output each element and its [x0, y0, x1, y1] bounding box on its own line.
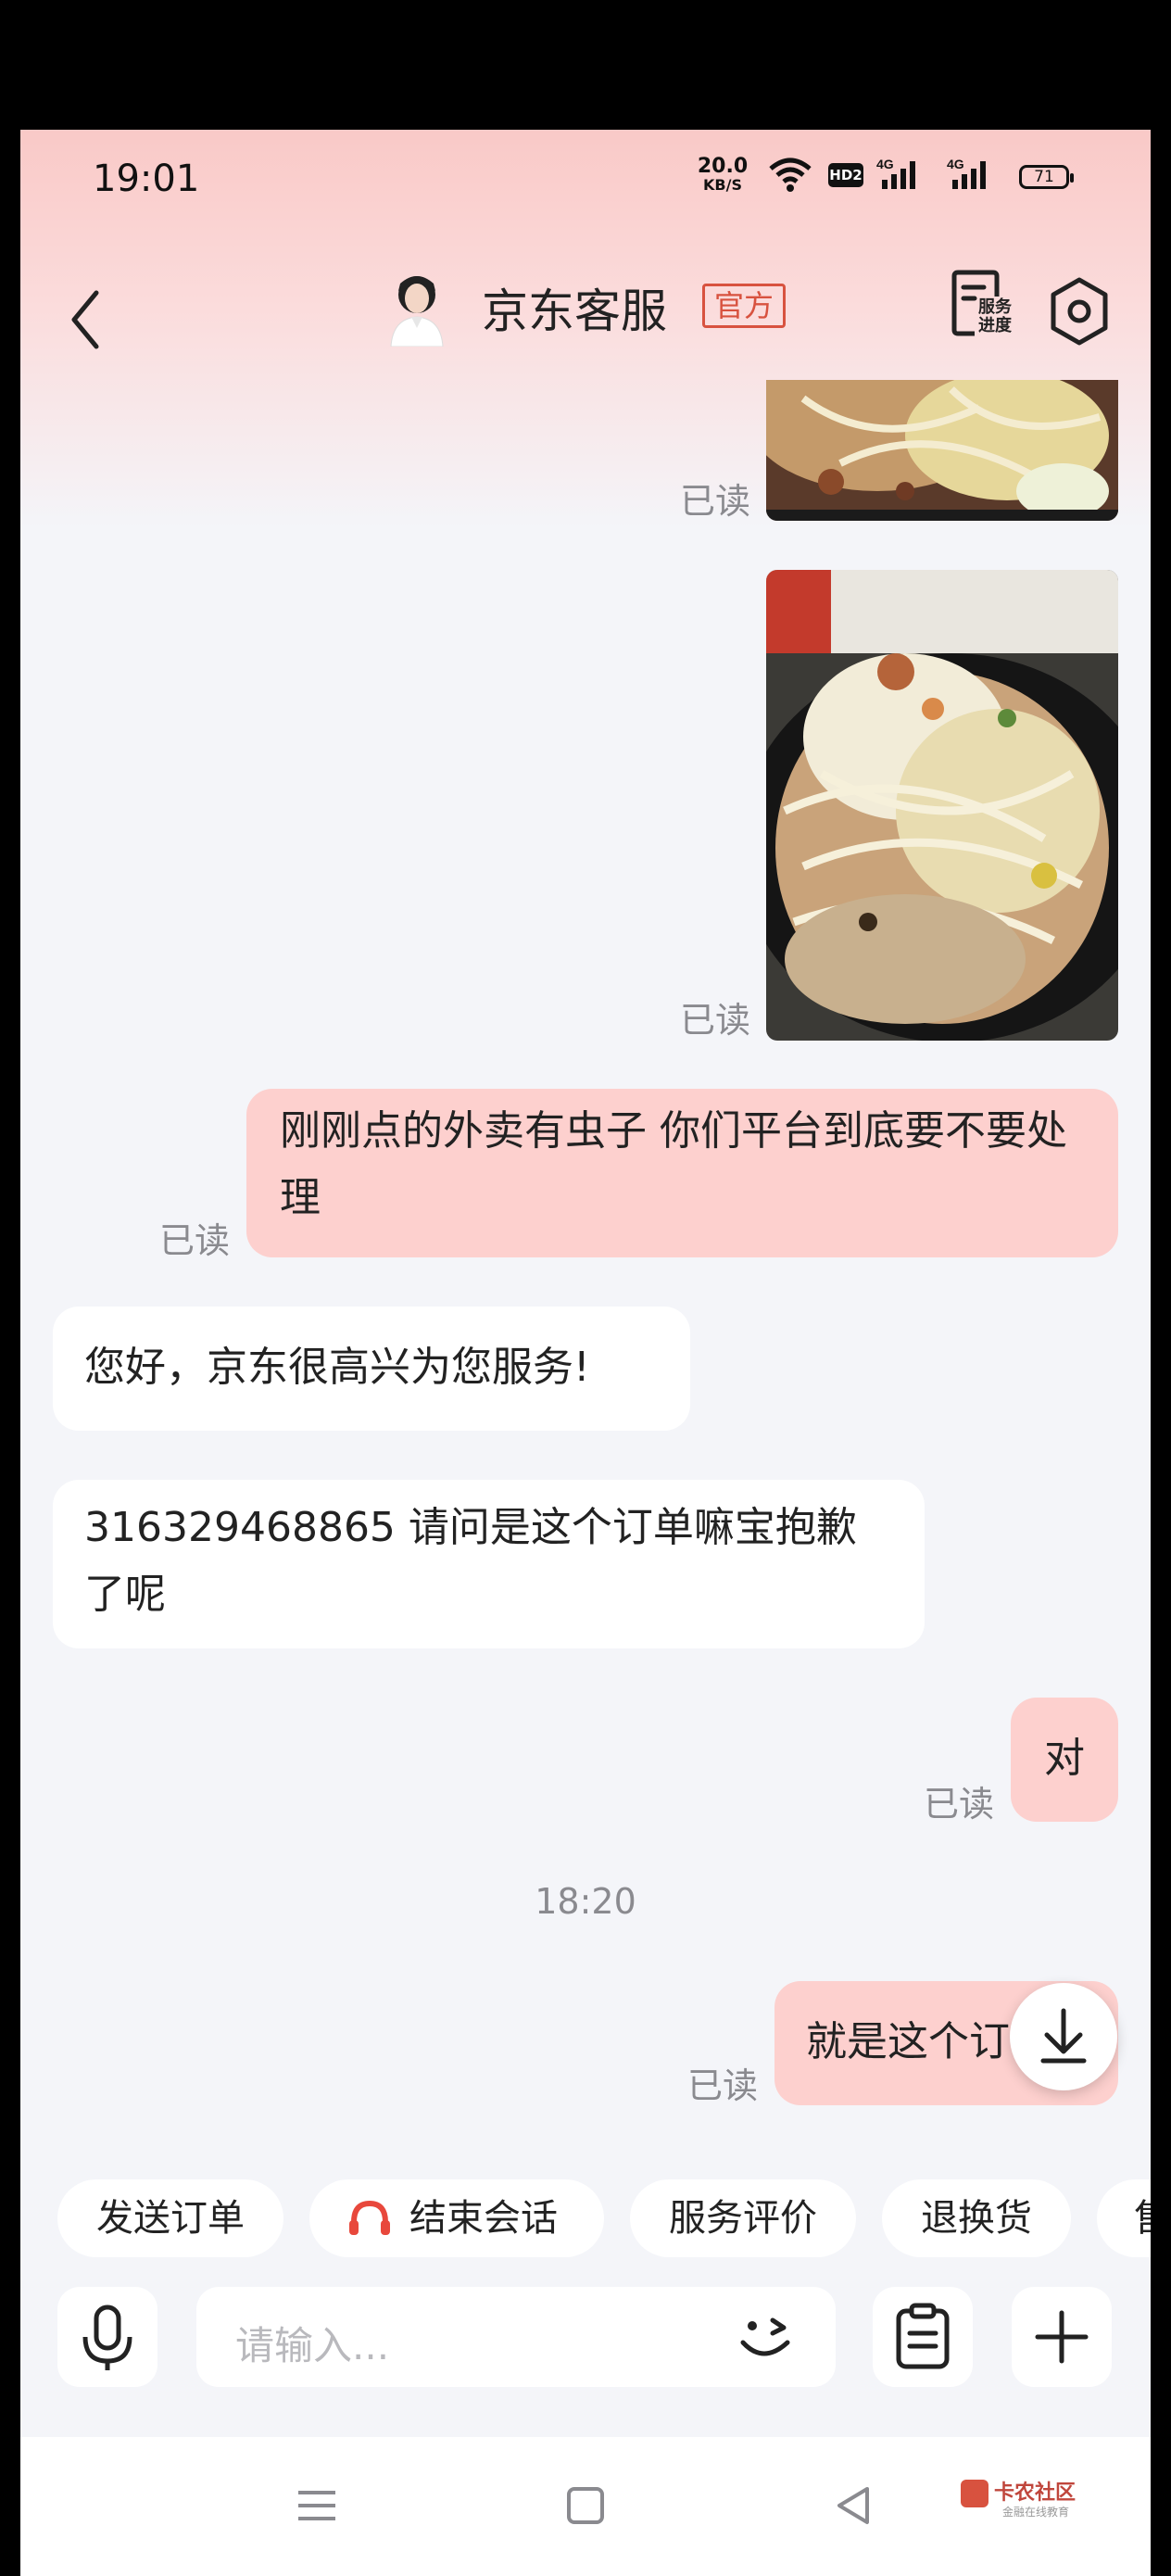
message-text: 就是这个订 — [806, 2018, 1010, 2065]
send-order-chip[interactable]: 发送订单 — [57, 2179, 283, 2257]
clipboard-button[interactable] — [873, 2287, 973, 2387]
sim1-label: 4G — [876, 157, 894, 171]
more-chip[interactable]: 售 — [1097, 2179, 1151, 2257]
agent-message-bubble[interactable]: 您好，京东很高兴为您服务! — [53, 1307, 690, 1431]
hd-voice-icon: HD2 — [828, 163, 863, 187]
quick-actions-bar: 发送订单 结束会话 服务评价 退换货 售 — [20, 2168, 1151, 2261]
message-text: 316329468865 请问是这个订单嘛宝抱歉了呢 — [84, 1504, 857, 1618]
plus-icon — [1035, 2310, 1089, 2364]
watermark-text: 卡农社区 — [994, 2481, 1077, 2505]
service-progress-line2: 进度 — [978, 316, 1012, 335]
clipboard-icon — [896, 2303, 950, 2369]
network-speed-value: 20.0 — [697, 155, 749, 178]
emoji-icon[interactable] — [730, 2300, 804, 2374]
back-triangle-icon[interactable] — [826, 2478, 882, 2533]
return-exchange-chip[interactable]: 退换货 — [882, 2179, 1071, 2257]
menu-icon[interactable] — [289, 2478, 345, 2533]
food-photo-2 — [766, 570, 1118, 1041]
read-receipt: 已读 — [159, 1220, 231, 1261]
download-arrow-icon — [1040, 2008, 1087, 2064]
headset-icon — [349, 2200, 390, 2235]
home-icon[interactable] — [558, 2478, 613, 2533]
wifi-icon — [769, 158, 812, 192]
network-speed-unit: KB/S — [703, 176, 742, 194]
sim2-label: 4G — [947, 157, 964, 171]
read-receipt: 已读 — [687, 2065, 759, 2106]
battery-icon: 71 — [1019, 165, 1074, 189]
food-image-message-2[interactable] — [766, 570, 1118, 1041]
signal-icon-2: 4G — [947, 156, 1002, 196]
chat-title: 京东客服 — [482, 284, 667, 338]
end-session-chip[interactable]: 结束会话 — [309, 2179, 604, 2257]
read-receipt: 已读 — [680, 481, 751, 522]
agent-message-bubble[interactable]: 316329468865 请问是这个订单嘛宝抱歉了呢 — [53, 1480, 925, 1648]
chat-header: 京东客服 官方 服务 进度 — [20, 269, 1151, 361]
input-placeholder: 请输入... — [235, 2323, 390, 2368]
my-message-bubble[interactable]: 刚刚点的外卖有虫子 你们平台到底要不要处理 — [246, 1089, 1118, 1257]
signal-icon: 4G — [876, 156, 932, 196]
back-arrow-icon[interactable] — [67, 287, 104, 352]
food-photo-1 — [766, 380, 1118, 521]
time-divider: 18:20 — [535, 1881, 636, 1922]
message-text: 您好，京东很高兴为您服务! — [84, 1344, 590, 1391]
service-progress-line1: 服务 — [978, 297, 1012, 317]
read-receipt: 已读 — [680, 1000, 751, 1041]
avatar[interactable] — [384, 269, 450, 347]
service-progress-label: 服务 进度 — [978, 298, 1012, 335]
my-message-bubble[interactable]: 对 — [1011, 1698, 1118, 1822]
read-receipt: 已读 — [924, 1784, 995, 1825]
more-chip-label: 售 — [1134, 2197, 1151, 2240]
input-row: 请输入... — [20, 2287, 1151, 2398]
service-review-chip[interactable]: 服务评价 — [630, 2179, 856, 2257]
settings-icon[interactable] — [1047, 276, 1112, 347]
voice-button[interactable] — [57, 2287, 157, 2387]
watermark-logo: 卡农社区 — [961, 2476, 1076, 2507]
more-options-button[interactable] — [1012, 2287, 1112, 2387]
official-badge: 官方 — [702, 284, 787, 328]
status-bar: 19:01 20.0 KB/S HD2 4G 4G 71 — [20, 130, 1151, 222]
end-session-label: 结束会话 — [409, 2197, 558, 2240]
watermark-subtext: 金融在线教育 — [1002, 2506, 1070, 2519]
message-input[interactable]: 请输入... — [196, 2287, 836, 2387]
message-text: 刚刚点的外卖有虫子 你们平台到底要不要处理 — [280, 1107, 1067, 1221]
scroll-to-bottom-button[interactable] — [1010, 1983, 1117, 2090]
microphone-icon — [82, 2305, 132, 2370]
message-text: 对 — [1044, 1735, 1085, 1782]
phone-screen: 19:01 20.0 KB/S HD2 4G 4G 71 京东客服 官方 服务 … — [20, 130, 1151, 2576]
status-time: 19:01 — [93, 158, 200, 200]
network-speed: 20.0 KB/S — [695, 155, 750, 195]
system-nav-bar: 卡农社区 金融在线教育 — [20, 2437, 1151, 2576]
food-image-message-1[interactable] — [766, 380, 1118, 521]
service-progress-button[interactable]: 服务 进度 — [947, 269, 1030, 352]
